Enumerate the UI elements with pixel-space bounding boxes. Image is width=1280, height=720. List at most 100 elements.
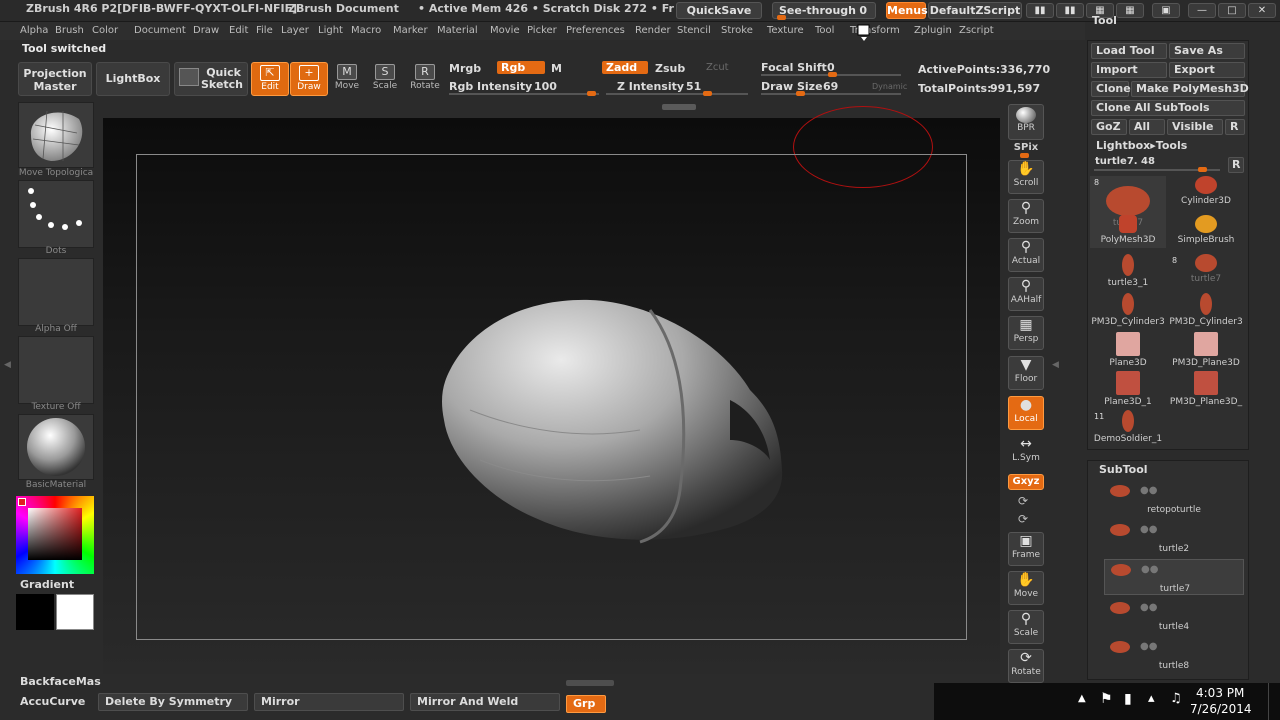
menu-tool[interactable]: Tool <box>815 25 834 36</box>
material-thumbnail[interactable] <box>18 414 94 480</box>
network-icon[interactable]: ▴ <box>1148 691 1155 706</box>
battery-icon[interactable]: ▮ <box>1124 691 1132 707</box>
subtool-visibility-icon[interactable]: ●● <box>1140 485 1157 496</box>
menu-stencil[interactable]: Stencil <box>677 25 711 36</box>
menu-edit[interactable]: Edit <box>229 25 248 36</box>
backface-mask-label[interactable]: BackfaceMas <box>20 675 101 688</box>
menu-layer[interactable]: Layer <box>281 25 309 36</box>
zsub-toggle[interactable]: Zsub <box>655 62 685 75</box>
edit-button[interactable]: ⇱ Edit <box>251 62 289 96</box>
subtool-item-3[interactable]: ●● turtle4 <box>1104 598 1244 634</box>
subtool-visibility-icon[interactable]: ●● <box>1140 524 1157 535</box>
palette-2-icon[interactable]: ▦ <box>1116 3 1144 18</box>
spix-handle[interactable] <box>1020 153 1029 158</box>
tool-item-12[interactable]: 11 DemoSoldier_1 <box>1090 410 1166 444</box>
rotate-y-icon[interactable]: ⟳ <box>1018 494 1028 508</box>
rotate-view-button[interactable]: ⟳ Rotate <box>1008 649 1044 683</box>
layout-icon[interactable]: ▮▮ <box>1026 3 1054 18</box>
grp-toggle[interactable]: Grp <box>566 695 606 713</box>
mirror-button[interactable]: Mirror <box>254 693 404 711</box>
subtool-visibility-icon[interactable]: ●● <box>1140 641 1157 652</box>
maximize-icon[interactable]: □ <box>1218 3 1246 18</box>
tool-item-6[interactable]: PM3D_Cylinder3 <box>1090 293 1166 327</box>
texture-thumbnail[interactable] <box>18 336 94 404</box>
default-zscript-button[interactable]: DefaultZScript <box>928 2 1022 19</box>
rgb-intensity-slider[interactable] <box>449 93 599 95</box>
show-hidden-icons-icon[interactable]: ▲ <box>1078 693 1086 704</box>
quick-sketch-button[interactable]: Quick Sketch <box>174 62 248 96</box>
subtool-item-2[interactable]: ●● turtle7 <box>1104 559 1244 595</box>
tool-item-4[interactable]: turtle3_1 <box>1090 254 1166 288</box>
menu-draw[interactable]: Draw <box>193 25 219 36</box>
spix-slider[interactable]: SPix <box>1008 142 1044 158</box>
tool-r-button[interactable]: R <box>1228 157 1244 173</box>
bpr-button[interactable]: BPR <box>1008 104 1044 140</box>
lock-icon[interactable]: ▣ <box>1152 3 1180 18</box>
zcut-toggle[interactable]: Zcut <box>706 62 729 73</box>
minimize-icon[interactable]: — <box>1188 3 1216 18</box>
color-saturation-square[interactable] <box>28 508 82 560</box>
draw-button[interactable]: + Draw <box>290 62 328 96</box>
mrgb-toggle[interactable]: Mrgb <box>449 62 481 75</box>
main-color-swatch[interactable] <box>16 594 54 630</box>
focal-shift-handle[interactable] <box>828 72 837 77</box>
subtool-visibility-icon[interactable]: ●● <box>1140 602 1157 613</box>
tool-item-10[interactable]: Plane3D_1 <box>1090 371 1166 407</box>
save-as-button[interactable]: Save As <box>1169 43 1245 59</box>
clone-all-subtools-button[interactable]: Clone All SubTools <box>1091 100 1245 116</box>
aahalf-button[interactable]: ⚲ AAHalf <box>1008 277 1044 311</box>
mirror-and-weld-button[interactable]: Mirror And Weld <box>410 693 560 711</box>
move-button[interactable]: M Move <box>328 62 366 96</box>
goz-visible-button[interactable]: Visible <box>1167 119 1223 135</box>
rgb-toggle[interactable]: Rgb <box>497 61 545 74</box>
menu-picker[interactable]: Picker <box>527 25 557 36</box>
menu-zscript[interactable]: Zscript <box>959 25 994 36</box>
goz-r-button[interactable]: R <box>1225 119 1245 135</box>
subtool-item-0[interactable]: ●● retopoturtle <box>1104 481 1244 517</box>
rotate-z-icon[interactable]: ⟳ <box>1018 512 1028 526</box>
menu-render[interactable]: Render <box>635 25 671 36</box>
rgb-intensity-handle[interactable] <box>587 91 596 96</box>
tool-item-8[interactable]: Plane3D <box>1090 332 1166 368</box>
accucurve-label[interactable]: AccuCurve <box>20 695 85 708</box>
menu-color[interactable]: Color <box>92 25 118 36</box>
scale-view-button[interactable]: ⚲ Scale <box>1008 610 1044 644</box>
xyz-button[interactable]: Gxyz <box>1008 474 1044 490</box>
menu-marker[interactable]: Marker <box>393 25 428 36</box>
volume-icon[interactable]: ♫ <box>1170 691 1182 706</box>
subtool-title[interactable]: SubTool <box>1099 463 1148 476</box>
see-through-slider[interactable]: See-through 0 <box>772 2 876 20</box>
menu-light[interactable]: Light <box>318 25 343 36</box>
tool-item-5[interactable]: 8 turtle7 <box>1168 254 1244 284</box>
tool-panel-title[interactable]: Tool <box>1092 14 1117 27</box>
delete-by-symmetry-button[interactable]: Delete By Symmetry <box>98 693 248 711</box>
export-button[interactable]: Export <box>1169 62 1245 78</box>
color-marker[interactable] <box>18 498 26 506</box>
stroke-thumbnail[interactable] <box>18 180 94 248</box>
scroll-button[interactable]: ✋ Scroll <box>1008 160 1044 194</box>
subtool-item-4[interactable]: ●● turtle8 <box>1104 637 1244 673</box>
import-button[interactable]: Import <box>1091 62 1167 78</box>
color-picker[interactable] <box>16 496 94 574</box>
actual-button[interactable]: ⚲ Actual <box>1008 238 1044 272</box>
z-intensity-handle[interactable] <box>703 91 712 96</box>
frame-button[interactable]: ▣ Frame <box>1008 532 1044 566</box>
menu-texture[interactable]: Texture <box>767 25 804 36</box>
clone-button[interactable]: Clone <box>1091 81 1131 97</box>
tool-item-11[interactable]: PM3D_Plane3D_ <box>1168 371 1244 407</box>
tool-item-1[interactable]: Cylinder3D <box>1168 176 1244 206</box>
goz-button[interactable]: GoZ <box>1091 119 1127 135</box>
menu-alpha[interactable]: Alpha <box>20 25 48 36</box>
tool-item-9[interactable]: PM3D_Plane3D <box>1168 332 1244 368</box>
menu-stroke[interactable]: Stroke <box>721 25 753 36</box>
quicksave-button[interactable]: QuickSave <box>676 2 762 19</box>
see-through-handle[interactable] <box>777 15 786 20</box>
draw-size-handle[interactable] <box>796 91 805 96</box>
move-view-button[interactable]: ✋ Move <box>1008 571 1044 605</box>
bottom-tray-handle[interactable] <box>566 680 614 686</box>
lightbox-button[interactable]: LightBox <box>96 62 170 96</box>
close-icon[interactable]: ✕ <box>1248 3 1276 18</box>
draw-size-slider[interactable] <box>761 93 901 95</box>
right-tray-arrow-icon[interactable]: ◀ <box>1052 360 1059 380</box>
menu-brush[interactable]: Brush <box>55 25 84 36</box>
